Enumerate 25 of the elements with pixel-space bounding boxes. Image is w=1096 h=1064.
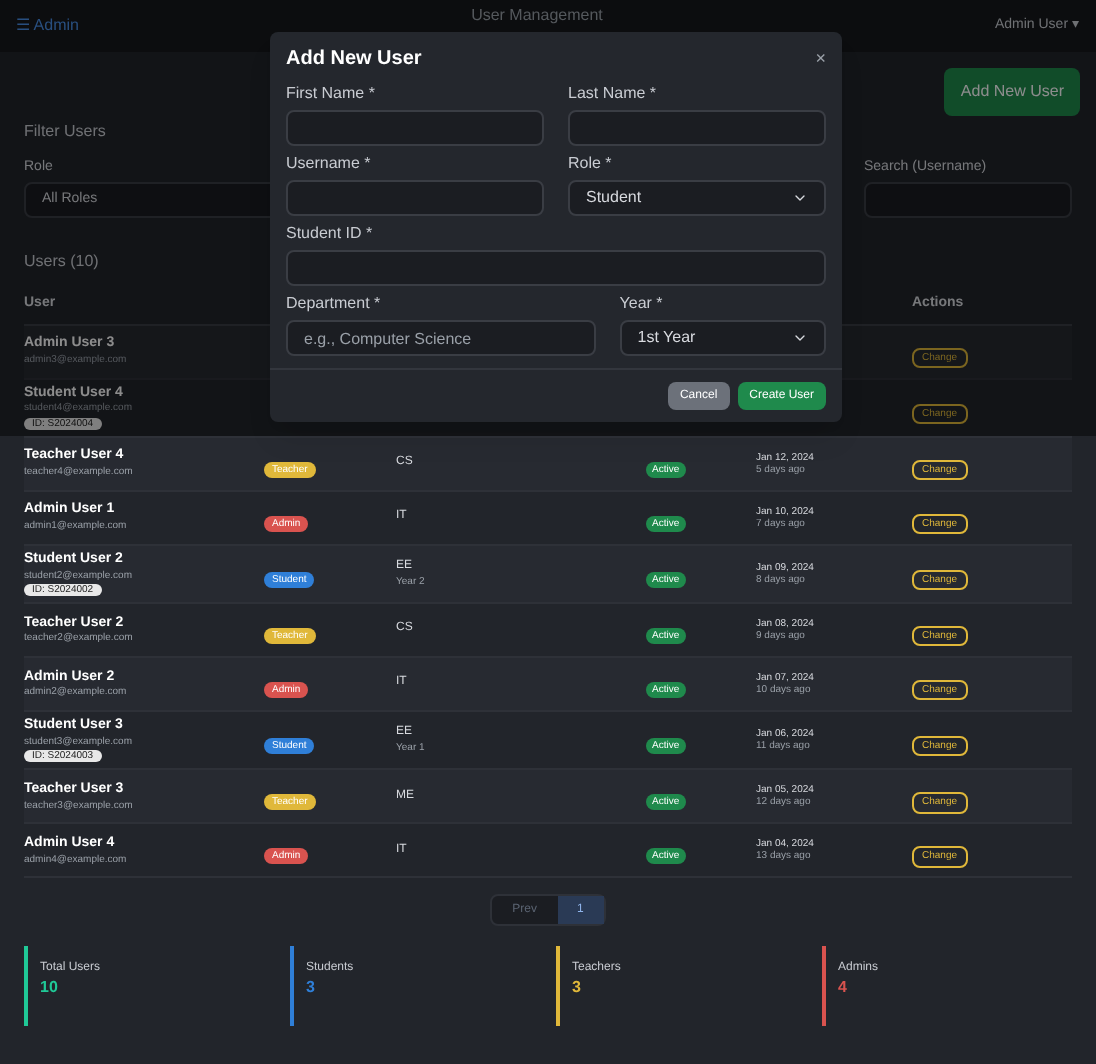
input-field[interactable] [286, 180, 544, 216]
chevron-icon [791, 330, 808, 346]
close-button[interactable]: × [815, 45, 826, 73]
field-label: Year * [619, 296, 665, 312]
section-title: Users (10) [24, 254, 99, 270]
input-field[interactable] [286, 250, 826, 286]
input-field[interactable] [568, 110, 826, 146]
field-label: Username * [286, 156, 373, 172]
stat-value: 3 [572, 980, 583, 997]
field-label: Student ID * [286, 226, 375, 242]
section-title: Filter Users [24, 124, 106, 140]
field-label: Last Name * [568, 86, 659, 102]
select-field[interactable]: 1st Year [619, 320, 826, 356]
dialog-title: Add New User [286, 46, 422, 74]
input-field[interactable] [286, 110, 544, 146]
field-label: Department * [286, 296, 383, 312]
input-field[interactable]: e.g., Computer Science [286, 320, 596, 356]
field-label: First Name * [286, 86, 377, 102]
page-title: User Management [471, 8, 603, 24]
stat-value: 3 [306, 980, 317, 997]
select-field[interactable]: Student [568, 180, 826, 216]
field-label: Role * [568, 156, 614, 172]
stat-value: 4 [838, 980, 849, 997]
chevron-icon [792, 190, 808, 206]
stat-value: 10 [40, 980, 60, 997]
